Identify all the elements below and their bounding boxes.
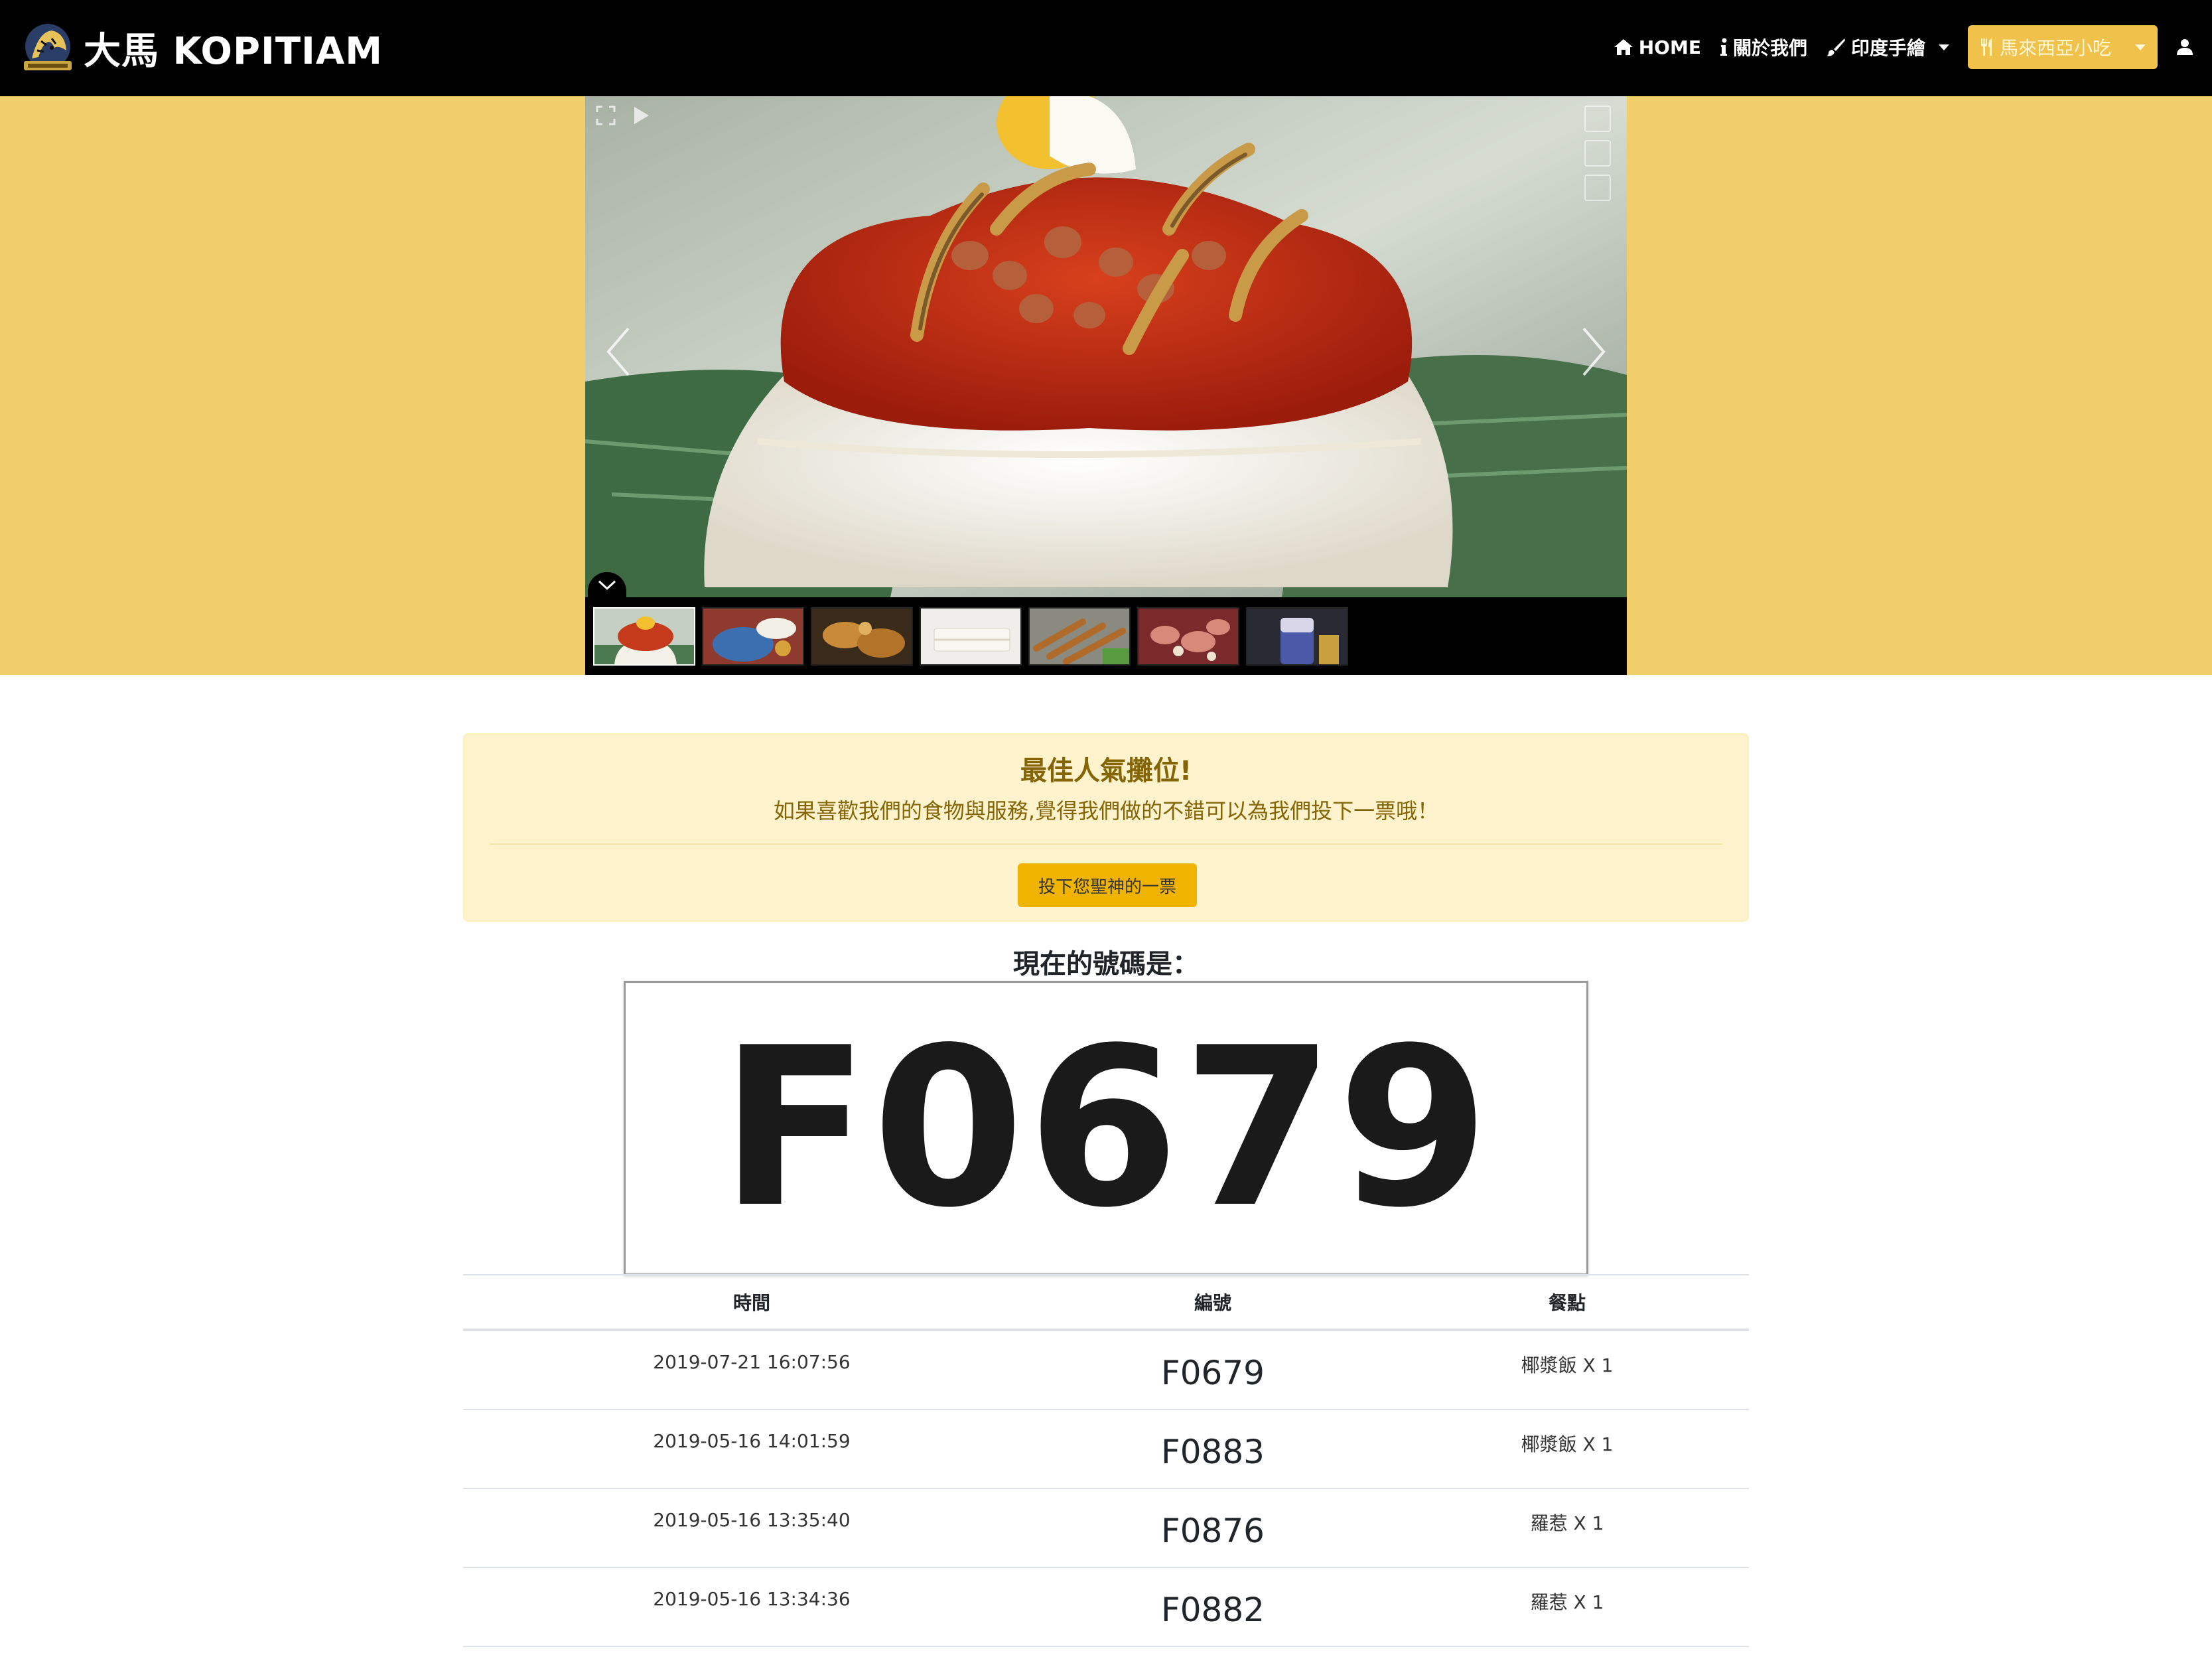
navbar: 大馬 KOPITIAM HOME 關於我們 印度手繪 馬來西亞小吃	[0, 0, 2212, 96]
brand[interactable]: 大馬 KOPITIAM	[19, 15, 383, 81]
image-gallery	[585, 96, 1627, 675]
brand-name: 大馬 KOPITIAM	[84, 29, 383, 73]
nav-henna-label: 印度手繪	[1850, 37, 1925, 59]
row-number: F0679	[1160, 1354, 1265, 1392]
row-time: 2019-07-21 16:07:56	[653, 1351, 851, 1373]
header-time: 時間	[732, 1292, 770, 1314]
nav-henna[interactable]: 印度手繪	[1826, 25, 1949, 69]
thumbnail-fried-snack[interactable]	[811, 607, 913, 666]
orders-table: 時間 編號 餐點 2019-07-21 16:07:56 F0679 椰漿飯 X…	[463, 1274, 1749, 1647]
thumbnail-kuih[interactable]	[920, 607, 1022, 666]
thumbnail-nasi-lemak[interactable]	[593, 607, 695, 666]
nav-snacks-label: 馬來西亞小吃	[1999, 37, 2111, 59]
row-time: 2019-05-16 14:01:59	[653, 1430, 851, 1452]
thumbnail-rojak[interactable]	[1137, 607, 1239, 666]
row-meal: 羅惹 X 1	[1530, 1512, 1604, 1534]
vote-text: 如果喜歡我們的食物與服務,覺得我們做的不錯可以為我們投下一票哦！	[773, 798, 1439, 824]
play-icon[interactable]	[633, 106, 650, 125]
nav-home[interactable]: HOME	[1614, 25, 1701, 69]
info-icon	[1720, 38, 1728, 56]
nav-about-label: 關於我們	[1732, 37, 1807, 59]
vote-button[interactable]: 投下您聖神的一票	[1018, 863, 1197, 907]
fullscreen-icon[interactable]	[596, 106, 616, 125]
row-time: 2019-05-16 13:35:40	[653, 1509, 851, 1531]
nav-about[interactable]: 關於我們	[1720, 25, 1807, 69]
thumbnail-blue-rice[interactable]	[702, 607, 804, 666]
table-header: 時間 編號 餐點	[463, 1274, 1749, 1331]
thumbnail-strip	[593, 607, 1348, 667]
nav-snacks[interactable]: 馬來西亞小吃	[1967, 25, 2158, 69]
gallery-main-image[interactable]	[585, 96, 1627, 597]
gallery-top-controls	[596, 106, 650, 125]
gallery-next-arrow-icon[interactable]	[1574, 322, 1614, 382]
table-row: 2019-05-16 14:01:59 F0883 椰漿飯 X 1	[463, 1410, 1749, 1489]
header-meal: 餐點	[1548, 1292, 1586, 1314]
nav-home-label: HOME	[1638, 36, 1701, 58]
row-number: F0883	[1160, 1433, 1265, 1471]
home-icon	[1614, 38, 1633, 56]
zoom-icon[interactable]	[1584, 140, 1611, 167]
info-panel-icon[interactable]	[1584, 106, 1611, 132]
row-meal: 羅惹 X 1	[1530, 1591, 1604, 1613]
table-row: 2019-05-16 13:35:40 F0876 羅惹 X 1	[463, 1489, 1749, 1568]
vote-heading: 最佳人氣攤位!	[1020, 756, 1192, 786]
gallery-side-controls	[1584, 106, 1611, 201]
user-icon	[2176, 38, 2193, 56]
utensils-icon	[1980, 38, 1994, 56]
alert-divider	[490, 843, 1722, 845]
row-number: F0876	[1160, 1512, 1265, 1550]
gallery-prev-arrow-icon[interactable]	[598, 322, 638, 382]
row-meal: 椰漿飯 X 1	[1521, 1433, 1614, 1455]
user-menu[interactable]	[2176, 25, 2193, 69]
tiger-logo-icon	[19, 19, 77, 77]
table-row: 2019-07-21 16:07:56 F0679 椰漿飯 X 1	[463, 1331, 1749, 1410]
nav-menu: HOME 關於我們 印度手繪 馬來西亞小吃	[1595, 24, 2193, 70]
share-icon[interactable]	[1584, 175, 1611, 201]
chevron-down-icon	[1938, 44, 1949, 50]
current-number-label: 現在的號碼是：	[1013, 949, 1199, 979]
row-time: 2019-05-16 13:34:36	[653, 1588, 851, 1610]
thumbnail-satay[interactable]	[1028, 607, 1131, 666]
thumbnail-drink[interactable]	[1246, 607, 1348, 666]
row-number: F0882	[1160, 1591, 1265, 1629]
vote-alert: 最佳人氣攤位! 如果喜歡我們的食物與服務,覺得我們做的不錯可以為我們投下一票哦！…	[463, 733, 1749, 922]
chevron-down-icon	[2135, 44, 2146, 50]
table-row: 2019-05-16 13:34:36 F0882 羅惹 X 1	[463, 1568, 1749, 1647]
current-number: F0679	[720, 1001, 1492, 1256]
header-number: 編號	[1194, 1292, 1231, 1314]
current-number-display: F0679	[624, 981, 1588, 1275]
row-meal: 椰漿飯 X 1	[1521, 1354, 1614, 1376]
brush-icon	[1826, 38, 1846, 56]
